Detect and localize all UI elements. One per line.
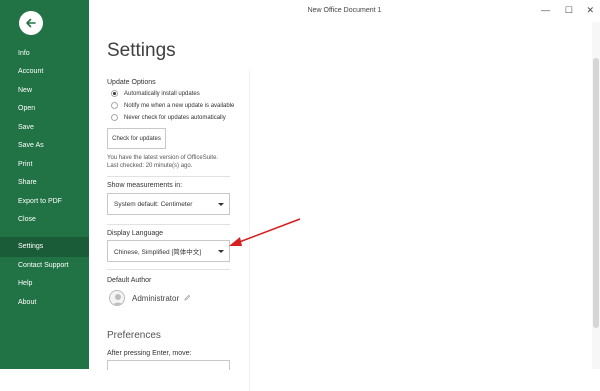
annotation-arrow: [229, 218, 301, 246]
